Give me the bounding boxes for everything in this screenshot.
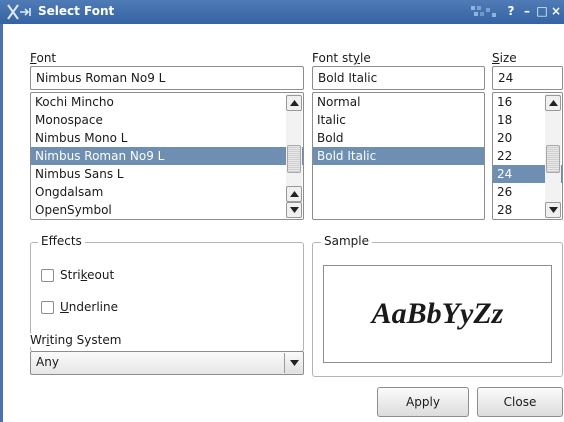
font-label: Font — [30, 51, 57, 65]
font-list-item[interactable]: Kochi Mincho — [31, 93, 303, 111]
font-name-field[interactable]: Nimbus Roman No9 L — [30, 66, 304, 90]
font-list-item[interactable]: Ongdalsam — [31, 183, 303, 201]
font-style-label: Font style — [312, 51, 371, 65]
scroll-up-icon[interactable] — [286, 95, 302, 111]
dropdown-arrow-icon[interactable] — [284, 353, 302, 373]
app-x-icon[interactable] — [6, 3, 36, 21]
strikeout-checkbox[interactable] — [41, 268, 54, 282]
size-label: Size — [492, 51, 517, 65]
close-window-button[interactable]: × — [549, 3, 563, 20]
font-size-list[interactable]: 16 18 20 22 24 26 28 — [492, 92, 563, 220]
writing-system-combobox[interactable]: Any — [30, 351, 304, 375]
writing-system-label: Writing System — [30, 333, 124, 347]
font-style-list[interactable]: Normal Italic Bold Bold Italic — [312, 92, 485, 220]
writing-system-value: Any — [36, 355, 59, 369]
window-decoration-dots — [471, 6, 496, 17]
sample-preview: AaBbYyZz — [323, 265, 552, 363]
strikeout-label: Strikeout — [60, 268, 115, 282]
underline-checkbox[interactable] — [41, 300, 54, 314]
title-bar: Select Font ? – □ × — [0, 0, 564, 24]
apply-button[interactable]: Apply — [377, 387, 469, 417]
font-list-item[interactable]: Nimbus Sans L — [31, 165, 303, 183]
font-list-scrollbar[interactable] — [286, 94, 302, 218]
scroll-thumb[interactable] — [546, 145, 560, 173]
effects-title: Effects — [38, 234, 85, 248]
font-size-field[interactable]: 24 — [492, 66, 563, 90]
font-dialog: Font Nimbus Roman No9 L Kochi Mincho Mono… — [0, 24, 564, 422]
underline-label: Underline — [60, 300, 118, 314]
maximize-button[interactable]: □ — [535, 3, 549, 20]
scroll-up-icon[interactable] — [545, 95, 561, 111]
font-family-list[interactable]: Kochi Mincho Monospace Nimbus Mono L Nimbus… — [30, 92, 304, 220]
scroll-down-icon[interactable] — [545, 202, 561, 218]
minimize-button[interactable]: – — [520, 3, 534, 20]
style-list-item[interactable]: Bold Italic — [313, 147, 484, 165]
font-list-item[interactable]: OpenSymbol — [31, 201, 303, 219]
font-list-item[interactable]: Nimbus Mono L — [31, 129, 303, 147]
font-list-item[interactable]: Nimbus Roman No9 L — [31, 147, 303, 165]
scroll-down-icon[interactable] — [286, 202, 302, 218]
scroll-thumb[interactable] — [287, 145, 301, 173]
font-list-item[interactable]: Monospace — [31, 111, 303, 129]
underline-option[interactable]: Underline — [41, 300, 118, 314]
style-list-item[interactable]: Normal — [313, 93, 484, 111]
style-list-item[interactable]: Bold — [313, 129, 484, 147]
sample-title: Sample — [321, 234, 372, 248]
style-list-item[interactable]: Italic — [313, 111, 484, 129]
window-title: Select Font — [38, 4, 115, 18]
scroll-up-icon[interactable] — [286, 186, 302, 202]
font-style-field[interactable]: Bold Italic — [312, 66, 485, 90]
strikeout-option[interactable]: Strikeout — [41, 268, 114, 282]
help-button[interactable]: ? — [504, 3, 518, 20]
size-list-scrollbar[interactable] — [545, 94, 561, 218]
close-button[interactable]: Close — [477, 387, 563, 417]
